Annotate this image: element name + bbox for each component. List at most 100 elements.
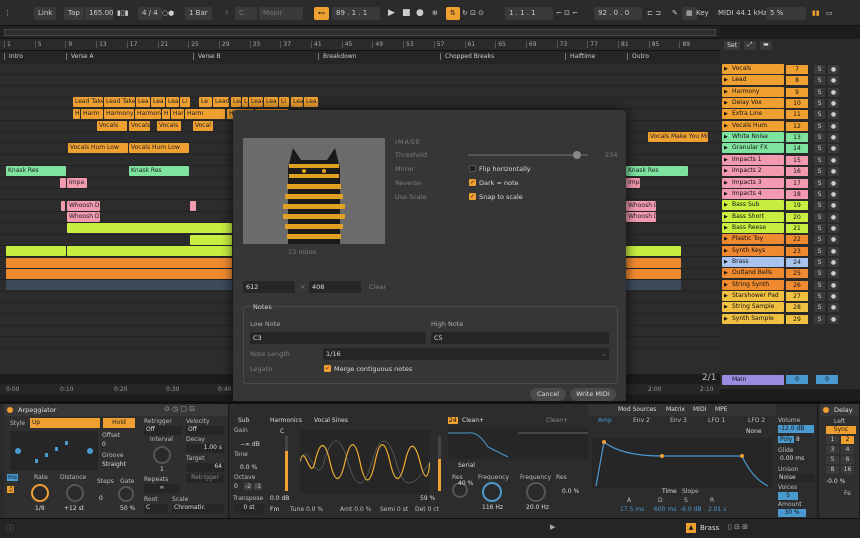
solo-button[interactable]: S: [814, 144, 825, 154]
track-name[interactable]: ▶ Bass Reese: [722, 222, 784, 233]
note-length-select[interactable]: 1/16: [323, 348, 609, 360]
osc-level-slider[interactable]: [285, 436, 288, 491]
time-ruler-label[interactable]: 0:10: [60, 386, 73, 393]
clip-whoosh[interactable]: Whoosh D: [626, 201, 656, 211]
arrangement-overview[interactable]: [0, 26, 720, 39]
track-number[interactable]: 19: [786, 201, 808, 211]
track-row[interactable]: ▶ Impacts 4 18 S ●: [720, 188, 860, 200]
sync-toggle[interactable]: ♫: [7, 486, 15, 493]
poly-button[interactable]: Poly: [778, 436, 795, 443]
record-arm-icon[interactable]: ●: [828, 121, 839, 131]
ruler-bar-label[interactable]: 57: [433, 41, 444, 48]
track-row[interactable]: ▶ Impacts 3 17 S ●: [720, 177, 860, 189]
record-arm-icon[interactable]: ●: [828, 189, 839, 199]
solo-button[interactable]: S: [814, 314, 825, 324]
delay-sync-option[interactable]: 6: [841, 456, 854, 464]
track-name[interactable]: ▶ Impacts 4: [722, 188, 784, 199]
track-name[interactable]: ▶ Extra Line: [722, 109, 784, 120]
track-row[interactable]: ▶ Impacts 1 15 S ●: [720, 154, 860, 166]
distance-knob[interactable]: [66, 484, 84, 502]
clip-vocals-make[interactable]: Vocals Make You Mi: [648, 132, 708, 142]
track-number[interactable]: 11: [786, 110, 808, 120]
cancel-button[interactable]: Cancel: [530, 388, 566, 401]
record-arm-icon[interactable]: ●: [828, 246, 839, 256]
retrigger-button[interactable]: Retrigger: [186, 474, 224, 483]
chevron-down-icon[interactable]: ⌄: [601, 350, 606, 358]
clip-vocals[interactable]: Vocals: [129, 121, 150, 131]
solo-button[interactable]: S: [814, 121, 825, 131]
delay-sync-option[interactable]: 16: [841, 466, 854, 474]
track-play-icon[interactable]: ▶: [724, 234, 728, 244]
track-number[interactable]: 9: [786, 87, 808, 97]
expand-icon[interactable]: ⤢: [744, 41, 756, 50]
track-play-icon[interactable]: ▶: [724, 166, 728, 176]
track-name[interactable]: ▶ Impacts 1: [722, 154, 784, 165]
track-row[interactable]: ▶ Delay Vox 10 S ●: [720, 98, 860, 109]
track-play-icon[interactable]: ▶: [724, 189, 728, 199]
track-play-icon[interactable]: ▶: [724, 200, 728, 210]
clip-harmony[interactable]: Harm: [81, 109, 103, 119]
clip-synth[interactable]: [6, 258, 232, 268]
solo-button[interactable]: S: [814, 65, 825, 74]
ruler-bar-label[interactable]: 37: [280, 41, 291, 48]
midi-map-button[interactable]: MIDI: [718, 7, 734, 20]
tab-env3[interactable]: Env 3: [670, 417, 687, 424]
threshold-handle[interactable]: [573, 151, 581, 159]
clip-knask-res[interactable]: Knask Res: [626, 166, 688, 176]
solo-button[interactable]: S: [814, 167, 825, 177]
clip-lead-take[interactable]: Lead Take: [104, 97, 135, 107]
track-row[interactable]: ▶ Granular FX 14 S ●: [720, 143, 860, 154]
clip-brass[interactable]: [626, 280, 681, 290]
track-play-icon[interactable]: ▶: [724, 268, 728, 278]
retrigger-select[interactable]: Off: [144, 426, 182, 435]
link-button[interactable]: Link: [34, 7, 57, 20]
filter1-type[interactable]: Clean+: [462, 417, 484, 424]
height-field[interactable]: 408: [309, 281, 361, 293]
track-play-icon[interactable]: ▶: [724, 246, 728, 256]
tab-mod-sources[interactable]: Mod Sources: [618, 406, 656, 413]
track-number[interactable]: 28: [786, 303, 808, 313]
loop-icon[interactable]: ↻ ⊡ ⊙: [462, 7, 484, 20]
menu-icon[interactable]: ⋮: [4, 7, 11, 20]
track-number[interactable]: 29: [786, 314, 808, 324]
clip-knask-res[interactable]: Knask Res: [129, 166, 189, 176]
time-ruler-label[interactable]: 0:30: [166, 386, 179, 393]
ruler-bar-label[interactable]: 21: [157, 41, 168, 48]
track-row[interactable]: ▶ Plastic Toy 22 S ●: [720, 234, 860, 245]
tap-button[interactable]: Tap: [64, 7, 84, 20]
transpose-value[interactable]: 0 st: [234, 504, 264, 513]
track-play-icon[interactable]: ▶: [724, 212, 728, 222]
fm-select[interactable]: Fm: [270, 506, 279, 513]
track-number[interactable]: 15: [786, 155, 808, 165]
interval-knob[interactable]: [153, 446, 171, 464]
clip-whoosh[interactable]: Whoosh D: [626, 212, 656, 222]
track-name[interactable]: ▶ Synth Sample: [722, 313, 784, 324]
ruler-bar-label[interactable]: 89: [679, 41, 690, 48]
envelope-display[interactable]: [592, 438, 772, 488]
track-row[interactable]: ▶ Extra Line 11 S ●: [720, 109, 860, 120]
track-play-icon[interactable]: ▶: [724, 132, 728, 142]
time-ruler-label[interactable]: 0:40: [218, 386, 231, 393]
clip-whoosh[interactable]: Whoosh D: [67, 201, 100, 211]
high-note-field[interactable]: C5: [431, 332, 609, 344]
solo-button[interactable]: S: [814, 155, 825, 165]
clip-vocals-hum[interactable]: Vocals Hum Low: [129, 143, 189, 153]
solo-button[interactable]: S: [814, 178, 825, 188]
semi-value[interactable]: Semi 0 st: [380, 506, 408, 513]
record-arm-icon[interactable]: ●: [828, 292, 839, 301]
solo-button[interactable]: S: [814, 257, 825, 267]
punch-icon[interactable]: ⌐ ⊡ ⌐: [556, 7, 578, 20]
ruler-bar-label[interactable]: 29: [218, 41, 230, 48]
solo-button[interactable]: S: [814, 87, 825, 97]
main-track[interactable]: Main 0 0: [720, 374, 860, 386]
ruler-bar-label[interactable]: 65: [495, 41, 506, 48]
folder-icon[interactable]: ▬: [760, 41, 772, 50]
clip-brass[interactable]: [6, 280, 232, 290]
velocity-select[interactable]: Off: [186, 426, 224, 435]
draw-mode-icon[interactable]: ⊏ ⊐: [647, 7, 661, 20]
track-row[interactable]: ▶ Bass Reese 21 S ●: [720, 222, 860, 234]
track-row[interactable]: ▶ Vocals 7 S ●: [720, 64, 860, 75]
tab-mpe[interactable]: MPE: [715, 406, 728, 413]
clip-synth[interactable]: [6, 269, 232, 279]
clip-impact[interactable]: Impa: [67, 178, 87, 188]
